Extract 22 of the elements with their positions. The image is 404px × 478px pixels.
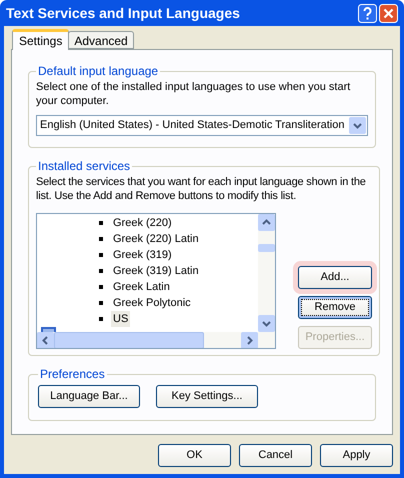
language-dropdown[interactable]: English (United States) - United States-Demotic Transliteration	[36, 115, 368, 136]
list-item[interactable]: Greek (220)	[111, 214, 174, 232]
dialog-button[interactable]: OK	[158, 444, 231, 467]
list-item[interactable]: Greek (319) Latin	[111, 262, 201, 280]
description-text: Select one of the installed input languages to use when you start your computer.	[36, 80, 352, 108]
list-item[interactable]: US	[111, 310, 130, 328]
group-title: Default input language	[37, 63, 160, 80]
dialog-button[interactable]: Cancel	[239, 444, 312, 467]
tab[interactable]: Settings	[12, 29, 70, 50]
tab[interactable]: Advanced	[68, 31, 134, 49]
window-title: Text Services and Input Languages	[6, 4, 240, 23]
list-item[interactable]: Greek Polytonic	[111, 294, 193, 312]
service-button[interactable]: Remove	[298, 296, 372, 319]
preference-button[interactable]: Language Bar...	[38, 385, 140, 408]
preference-button[interactable]: Key Settings...	[156, 385, 258, 408]
description-text: Select the services that you want for each input language shown in the list. Use the Add and Remove buttons to modify this list.	[36, 175, 367, 203]
list-item[interactable]: Greek Latin	[111, 278, 172, 296]
group-title: Installed services	[37, 158, 132, 175]
group-title: Preferences	[39, 366, 106, 383]
dialog-button[interactable]: Apply	[320, 444, 393, 467]
list-item[interactable]: Greek (220) Latin	[111, 230, 201, 248]
list-item[interactable]: Greek (319)	[111, 246, 174, 264]
